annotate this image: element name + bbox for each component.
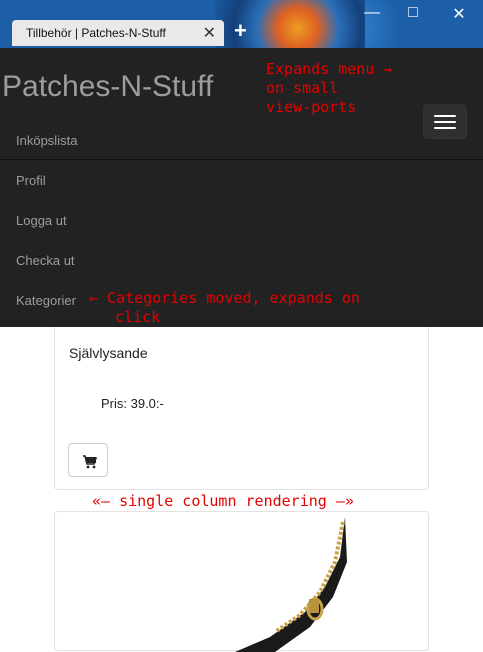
nav-item-checka-ut[interactable]: Checka ut: [16, 253, 75, 268]
navbar: Patches-N-Stuff Inköpslista Profil Logga…: [0, 48, 483, 327]
product-card: [54, 511, 429, 652]
minimize-icon[interactable]: —: [362, 4, 382, 22]
window-close-icon[interactable]: ✕: [449, 4, 469, 24]
product-card: Självlysande Pris: 39.0:-: [54, 300, 429, 490]
annotation-categories-line2: click: [115, 308, 161, 326]
cart-icon: [83, 455, 98, 469]
zipper-image: [235, 517, 347, 652]
hamburger-icon-bar: [434, 121, 456, 123]
tab-close-icon[interactable]: ✕: [203, 23, 216, 43]
annotation-categories-line1: ← Categories moved, expands on: [89, 289, 360, 307]
nav-divider: [0, 159, 483, 160]
nav-item-kategorier[interactable]: Kategorier: [16, 293, 76, 308]
maximize-icon[interactable]: □: [403, 4, 423, 22]
add-to-cart-button[interactable]: [68, 443, 108, 477]
browser-tab-title: Tillbehör | Patches-N-Stuff: [26, 26, 166, 40]
annotation-menu-line1: Expands menu →: [266, 60, 393, 78]
menu-toggle-button[interactable]: [423, 104, 467, 139]
nav-item-profil[interactable]: Profil: [16, 173, 46, 188]
new-tab-plus-icon[interactable]: +: [234, 18, 247, 44]
hamburger-icon-bar: [434, 115, 456, 117]
hamburger-icon-bar: [434, 127, 456, 129]
annotation-single-column: «— single column rendering —»: [92, 492, 354, 510]
nav-item-inkopslista[interactable]: Inköpslista: [16, 133, 77, 148]
product-name: Självlysande: [69, 345, 148, 361]
browser-tab[interactable]: Tillbehör | Patches-N-Stuff ✕: [12, 20, 224, 46]
brand-title[interactable]: Patches-N-Stuff: [2, 70, 213, 104]
annotation-menu-line3: view-ports: [266, 98, 357, 116]
browser-chrome: Tillbehör | Patches-N-Stuff ✕ + — □ ✕: [0, 0, 483, 48]
annotation-menu-line2: on small: [266, 79, 339, 97]
product-price: Pris: 39.0:-: [101, 396, 164, 411]
nav-item-logga-ut[interactable]: Logga ut: [16, 213, 67, 228]
